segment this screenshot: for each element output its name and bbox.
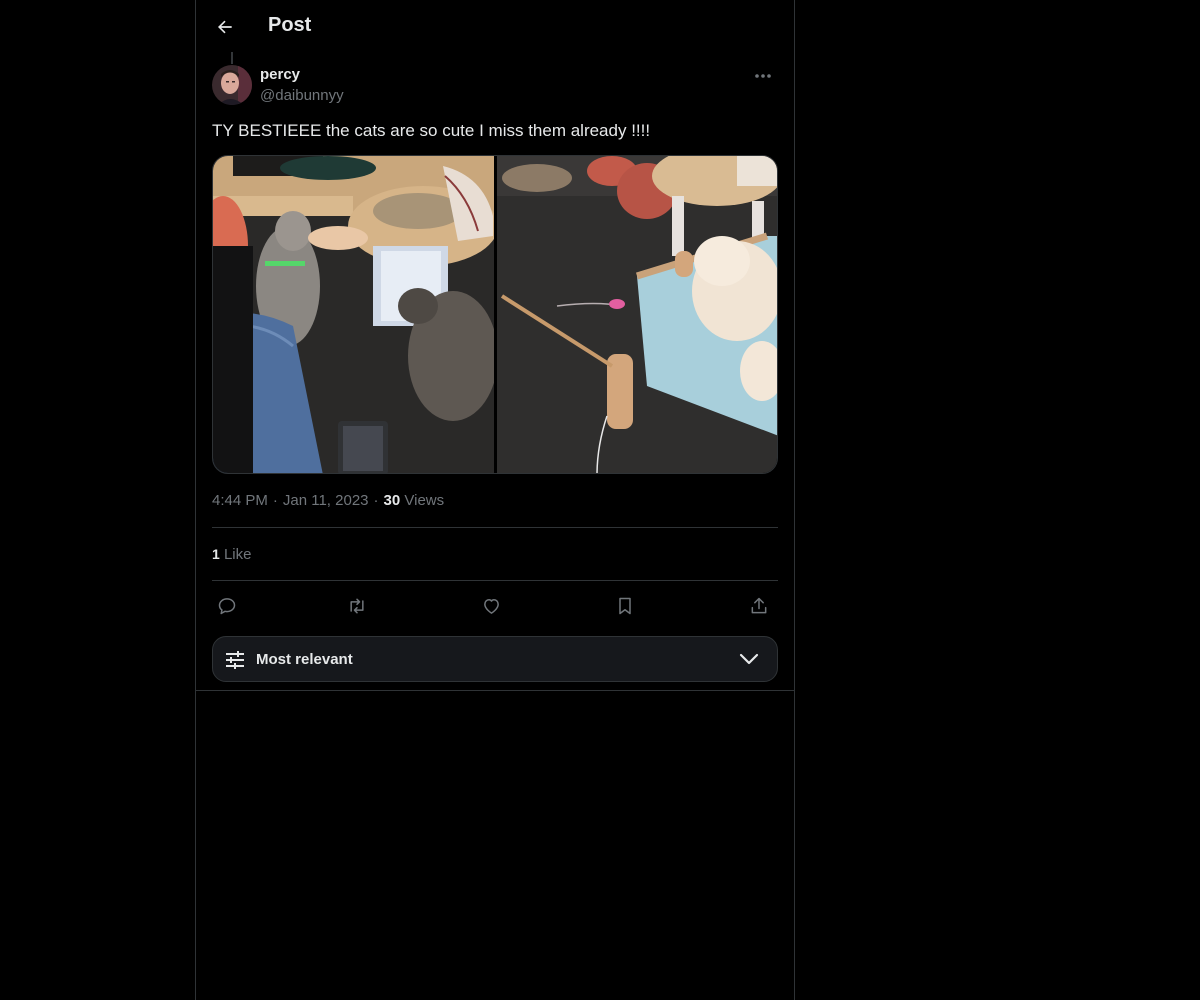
post-meta: 4:44 PM · Jan 11, 2023 · 30 Views	[212, 492, 444, 509]
likes-link[interactable]: 1 Like	[212, 546, 252, 563]
divider	[212, 527, 778, 528]
arrow-left-icon	[218, 20, 232, 34]
action-bar	[212, 592, 778, 620]
chevron-down-icon	[739, 651, 759, 672]
post-date[interactable]: Jan 11, 2023	[283, 492, 369, 509]
reply-icon	[218, 598, 236, 615]
user-handle[interactable]: @daibunnyy	[260, 87, 344, 104]
media-grid	[212, 155, 778, 474]
more-horizontal-icon	[755, 74, 771, 78]
post-text: TY BESTIEEE the cats are so cute I miss …	[212, 121, 651, 140]
sort-replies-dropdown[interactable]: Most relevant	[212, 636, 778, 682]
separator-dot: ·	[272, 492, 278, 509]
post-photo-2[interactable]	[497, 156, 777, 473]
divider	[196, 690, 794, 691]
sliders-icon	[224, 649, 246, 676]
post-column: Post percy @daibunnyy TY BESTIEEE the ca…	[195, 0, 795, 1000]
reply-button[interactable]	[212, 592, 242, 620]
top-bar: Post	[196, 0, 794, 53]
like-button[interactable]	[476, 592, 506, 620]
thread-line	[231, 52, 233, 64]
author-row: percy @daibunnyy	[212, 64, 778, 108]
heart-icon	[483, 599, 499, 614]
avatar[interactable]	[212, 65, 252, 105]
page-title: Post	[268, 14, 312, 36]
sort-label: Most relevant	[256, 651, 353, 668]
bookmark-icon	[619, 597, 631, 615]
likes-count: 1	[212, 546, 220, 562]
repost-icon	[350, 598, 364, 614]
share-button[interactable]	[744, 592, 774, 620]
repost-button[interactable]	[342, 592, 372, 620]
post-photo-1[interactable]	[213, 156, 498, 473]
share-icon	[751, 597, 767, 614]
divider	[212, 580, 778, 581]
back-button[interactable]	[208, 10, 242, 44]
likes-label: Like	[223, 546, 252, 563]
separator-dot: ·	[373, 492, 379, 509]
bookmark-button[interactable]	[610, 592, 640, 620]
display-name[interactable]: percy	[260, 66, 300, 83]
more-options-button[interactable]	[748, 64, 778, 88]
post-time[interactable]: 4:44 PM	[212, 492, 268, 509]
views-count: 30	[383, 492, 401, 509]
views-label: Views	[404, 492, 445, 509]
